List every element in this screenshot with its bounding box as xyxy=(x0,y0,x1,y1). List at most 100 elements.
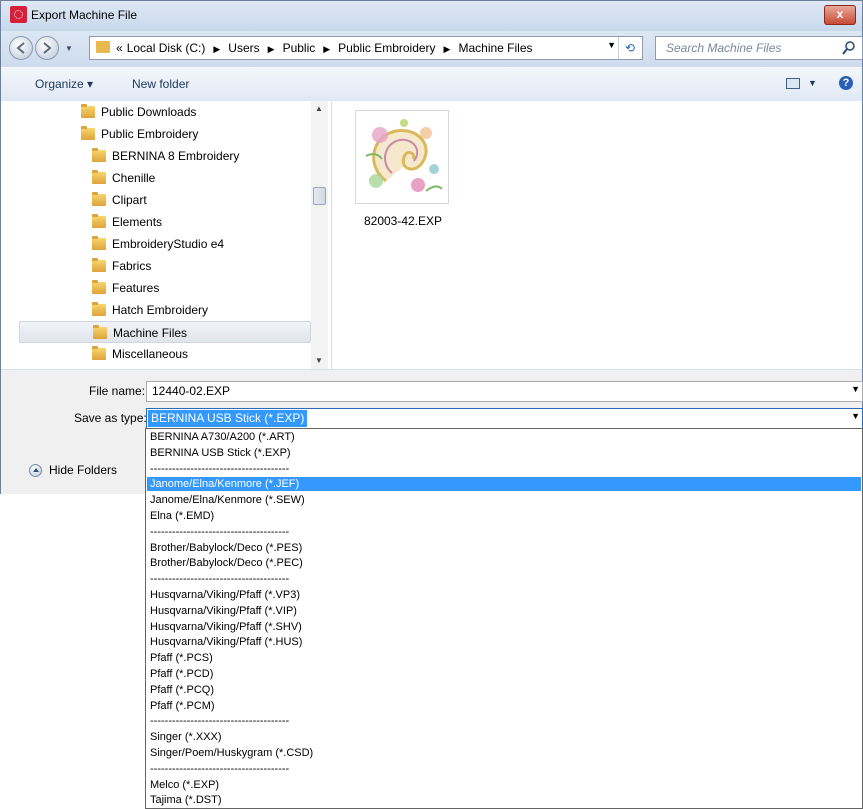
command-toolbar: Organize ▾ New folder ▼ ? xyxy=(1,67,862,102)
option-separator: -------------------------------------- xyxy=(150,573,290,586)
search-placeholder: Search Machine Files xyxy=(666,41,782,55)
organize-button[interactable]: Organize ▾ xyxy=(35,77,93,91)
folder-icon xyxy=(93,325,107,339)
address-row: ▼ « Local Disk (C:) ▶ Users ▶ Public ▶ Public E… xyxy=(1,31,863,67)
tree-item-label: Miscellaneous xyxy=(112,347,189,361)
breadcrumb-item[interactable]: Machine Files xyxy=(458,41,532,55)
tree-item-label: Public Embroidery xyxy=(101,127,199,141)
save-type-select[interactable]: BERNINA USB Stick (*.EXP) ▼ xyxy=(146,408,863,429)
tree-item[interactable]: Machine Files xyxy=(19,321,311,343)
help-icon[interactable]: ? xyxy=(839,76,853,90)
folder-icon xyxy=(92,280,106,294)
scroll-thumb[interactable] xyxy=(313,187,326,205)
scroll-down-icon[interactable]: ▼ xyxy=(315,356,323,365)
dropdown-option[interactable]: Husqvarna/Viking/Pfaff (*.VIP) xyxy=(147,604,861,618)
save-type-value: BERNINA USB Stick (*.EXP) xyxy=(148,410,308,427)
save-type-dropdown-list[interactable]: BERNINA A730/A200 (*.ART) BERNINA USB Sti… xyxy=(145,428,863,809)
file-name-dropdown-icon[interactable]: ▼ xyxy=(851,384,860,394)
folder-icon xyxy=(81,126,95,140)
breadcrumb-separator-icon[interactable]: ▶ xyxy=(213,44,220,54)
dropdown-option[interactable]: Janome/Elna/Kenmore (*.SEW) xyxy=(147,493,861,507)
breadcrumb-separator-icon[interactable]: ▶ xyxy=(444,44,451,54)
breadcrumb-item[interactable]: Local Disk (C:) xyxy=(127,41,206,55)
dropdown-option[interactable]: Melco (*.EXP) xyxy=(147,778,861,792)
tree-item-label: Chenille xyxy=(112,171,156,185)
folder-icon xyxy=(92,148,106,162)
close-button[interactable]: x xyxy=(824,5,856,25)
file-list: 82003-42.EXP xyxy=(332,101,862,369)
folder-icon xyxy=(92,214,106,228)
option-separator: -------------------------------------- xyxy=(150,525,290,538)
tree-item-label: Features xyxy=(112,281,160,295)
tree-item-label: BERNINA 8 Embroidery xyxy=(112,149,240,163)
dropdown-option[interactable]: BERNINA USB Stick (*.EXP) xyxy=(147,446,861,460)
tree-item-label: Clipart xyxy=(112,193,147,207)
search-input[interactable]: Search Machine Files xyxy=(655,36,863,60)
folder-icon xyxy=(96,41,110,53)
file-name-field[interactable]: 12440-02.EXP ▼ xyxy=(146,381,863,402)
folder-icon xyxy=(92,346,106,360)
dropdown-option[interactable]: Pfaff (*.PCS) xyxy=(147,651,861,665)
export-dialog: Export Machine File x ▼ « Local Disk (C:)… xyxy=(0,0,863,494)
breadcrumb-item[interactable]: Public xyxy=(283,41,316,55)
back-button[interactable] xyxy=(9,36,33,60)
address-dropdown-icon[interactable]: ▼ xyxy=(607,40,616,50)
tree-item-label: Fabrics xyxy=(112,259,152,273)
dropdown-option[interactable]: Husqvarna/Viking/Pfaff (*.SHV) xyxy=(147,620,861,634)
breadcrumb-item[interactable]: Public Embroidery xyxy=(338,41,435,55)
title-bar[interactable]: Export Machine File x xyxy=(1,1,862,31)
window-title: Export Machine File xyxy=(31,8,138,22)
dropdown-option[interactable]: Tajima (*.DST) xyxy=(147,793,861,807)
tree-item-label: Hatch Embroidery xyxy=(112,303,209,317)
embroidery-design-thumbnail-icon xyxy=(365,119,443,192)
dropdown-option[interactable]: Pfaff (*.PCD) xyxy=(147,667,861,681)
option-separator: -------------------------------------- xyxy=(150,715,290,728)
dropdown-option[interactable]: Pfaff (*.PCQ) xyxy=(147,683,861,697)
forward-arrow-icon xyxy=(43,42,52,54)
folder-icon xyxy=(81,104,95,118)
save-type-dropdown-icon[interactable]: ▼ xyxy=(851,411,860,421)
file-name-label[interactable]: 82003-42.EXP xyxy=(351,214,455,228)
new-folder-button[interactable]: New folder xyxy=(132,77,189,91)
dropdown-option[interactable]: Husqvarna/Viking/Pfaff (*.HUS) xyxy=(147,635,861,649)
folder-icon xyxy=(92,302,106,316)
breadcrumb-separator-icon[interactable]: ▶ xyxy=(323,44,330,54)
tree-item-label: Public Downloads xyxy=(101,105,197,119)
file-name-label: File name: xyxy=(89,384,146,398)
dropdown-option[interactable]: Elna (*.EMD) xyxy=(147,509,861,523)
tree-item-label: Machine Files xyxy=(113,326,188,340)
dropdown-option[interactable]: Janome/Elna/Kenmore (*.JEF) xyxy=(147,477,861,492)
breadcrumb-overflow[interactable]: « xyxy=(116,41,123,55)
address-bar[interactable]: « Local Disk (C:) ▶ Users ▶ Public ▶ Public Emb… xyxy=(89,36,643,60)
collapse-icon xyxy=(29,464,42,477)
dropdown-option[interactable]: Singer (*.XXX) xyxy=(147,730,861,744)
search-icon[interactable] xyxy=(842,41,856,55)
breadcrumb-separator-icon[interactable]: ▶ xyxy=(268,44,275,54)
dropdown-option[interactable]: BERNINA A730/A200 (*.ART) xyxy=(147,430,861,444)
folder-icon xyxy=(92,192,106,206)
dropdown-option[interactable]: Brother/Babylock/Deco (*.PES) xyxy=(147,541,861,555)
scroll-up-icon[interactable]: ▲ xyxy=(315,104,323,113)
option-separator: -------------------------------------- xyxy=(150,762,290,775)
dropdown-option[interactable]: Husqvarna/Viking/Pfaff (*.VP3) xyxy=(147,588,861,602)
back-arrow-icon xyxy=(16,42,25,54)
dropdown-option[interactable]: Brother/Babylock/Deco (*.PEC) xyxy=(147,556,861,570)
folder-icon xyxy=(92,236,106,250)
forward-button[interactable] xyxy=(35,36,59,60)
hide-folders-label: Hide Folders xyxy=(49,463,118,477)
breadcrumb: « Local Disk (C:) ▶ Users ▶ Public ▶ Public Emb… xyxy=(116,41,533,55)
dropdown-option[interactable]: Singer/Poem/Huskygram (*.CSD) xyxy=(147,746,861,760)
app-icon xyxy=(10,6,27,23)
option-separator: -------------------------------------- xyxy=(150,462,290,475)
file-thumbnail[interactable] xyxy=(355,110,449,204)
refresh-icon[interactable]: ⟲ xyxy=(618,37,641,59)
breadcrumb-item[interactable]: Users xyxy=(228,41,259,55)
tree-item-label: EmbroideryStudio e4 xyxy=(112,237,225,251)
change-view-icon[interactable] xyxy=(786,78,800,89)
file-name-value: 12440-02.EXP xyxy=(152,384,231,398)
view-dropdown-icon[interactable]: ▼ xyxy=(808,78,817,88)
dropdown-option[interactable]: Pfaff (*.PCM) xyxy=(147,699,861,713)
recent-pages-dropdown-icon[interactable]: ▼ xyxy=(65,44,73,53)
nav-scrollbar[interactable]: ▲ ▼ xyxy=(311,101,328,369)
save-type-label: Save as type: xyxy=(74,411,147,425)
